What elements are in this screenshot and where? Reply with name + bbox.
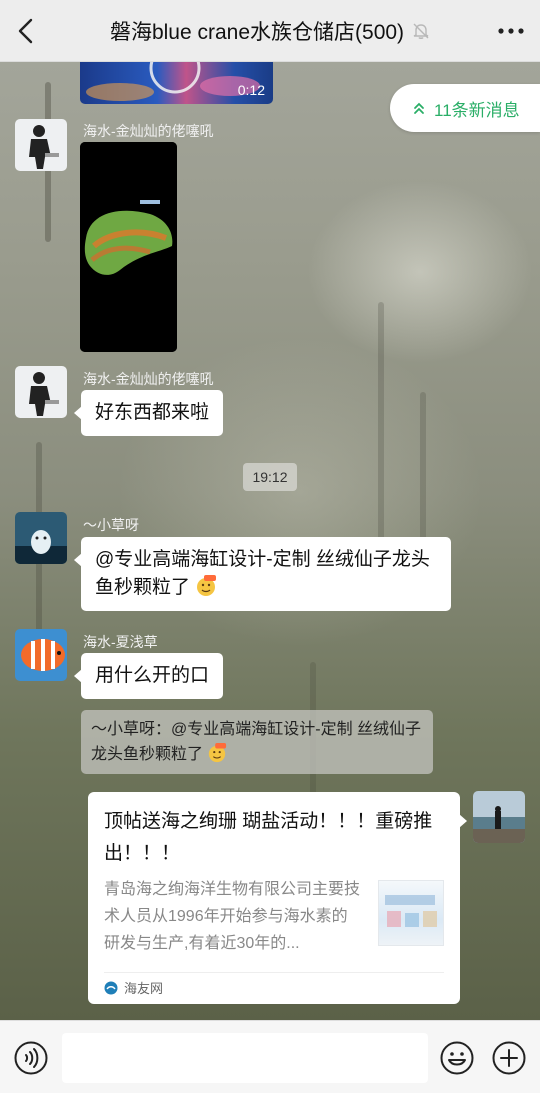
link-card-source-name: 海友网 xyxy=(124,981,164,996)
avatar-image xyxy=(15,512,67,564)
quoted-text: 〜小草呀：@专业高端海缸设计-定制 丝绒仙子龙头鱼秒颗粒了 xyxy=(91,721,422,763)
quoted-message[interactable]: 〜小草呀：@专业高端海缸设计-定制 丝绒仙子龙头鱼秒颗粒了 xyxy=(81,710,433,774)
chat-title-text: 磐海blue crane水族仓储店(500) xyxy=(109,21,405,44)
message-bubble[interactable]: 用什么开的口 xyxy=(73,653,224,699)
input-bar xyxy=(0,1020,540,1093)
chat-header: 磐海blue crane水族仓储店(500) xyxy=(0,0,540,62)
link-card-source: 海友网 xyxy=(104,972,444,1002)
new-messages-button[interactable]: 11条新消息 xyxy=(390,84,540,132)
timestamp-text: 19:12 xyxy=(252,469,288,485)
link-card-thumbnail xyxy=(378,880,444,946)
voice-icon[interactable] xyxy=(14,1041,48,1075)
more-dots-icon[interactable] xyxy=(496,20,526,42)
self-avatar[interactable] xyxy=(473,791,525,843)
link-card-image xyxy=(385,895,437,927)
avatar[interactable] xyxy=(15,119,67,171)
sender-name: 海水-金灿灿的佬噻吼 xyxy=(83,371,214,387)
message-input[interactable] xyxy=(62,1033,428,1083)
666-emoji xyxy=(209,743,227,763)
sender-name: 〜小草呀 xyxy=(83,517,139,533)
message-bubble[interactable]: 好东西都来啦 xyxy=(73,390,224,436)
bell-off-icon xyxy=(413,23,429,39)
avatar[interactable] xyxy=(15,512,67,564)
link-card-description: 青岛海之绚海洋生物有限公司主要技术人员从1996年开始参与海水素的研发与生产,有… xyxy=(104,881,360,952)
timestamp: 19:12 xyxy=(243,463,297,491)
background-drop xyxy=(378,302,384,562)
background-drop xyxy=(420,392,426,552)
chat-title: 磐海blue crane水族仓储店(500) xyxy=(0,0,540,62)
avatar-image xyxy=(15,366,67,418)
message-text: 好东西都来啦 xyxy=(95,402,210,423)
source-logo-icon xyxy=(104,981,118,994)
message-bubble[interactable]: @专业高端海缸设计-定制 丝绒仙子龙头鱼秒颗粒了 xyxy=(74,537,451,611)
link-card-message[interactable]: 顶帖送海之绚珊 瑚盐活动！！！重磅推出！！！ 青岛海之绚海洋生物有限公司主要技术… xyxy=(88,792,467,1004)
double-chevron-up-icon xyxy=(414,102,424,114)
new-messages-label: 11条新消息 xyxy=(434,100,520,120)
sender-name: 海水-夏浅草 xyxy=(83,634,158,650)
video-message[interactable]: 0:12 xyxy=(80,62,273,104)
avatar-image xyxy=(473,791,525,843)
video-duration: 0:12 xyxy=(237,82,265,98)
message-text: 用什么开的口 xyxy=(95,665,210,686)
video-message[interactable] xyxy=(80,142,177,352)
avatar-image xyxy=(15,119,67,171)
666-emoji xyxy=(197,575,217,596)
smiley-icon[interactable] xyxy=(440,1041,474,1075)
message-text: @专业高端海缸设计-定制 丝绒仙子龙头鱼秒颗粒了 xyxy=(95,549,430,598)
link-card-title: 顶帖送海之绚珊 瑚盐活动！！！重磅推出！！！ xyxy=(104,811,433,864)
avatar[interactable] xyxy=(15,629,67,681)
video-thumbnail xyxy=(80,142,177,352)
plus-icon[interactable] xyxy=(492,1041,526,1075)
sender-name: 海水-金灿灿的佬噻吼 xyxy=(83,123,214,139)
avatar-image xyxy=(15,629,67,681)
avatar[interactable] xyxy=(15,366,67,418)
